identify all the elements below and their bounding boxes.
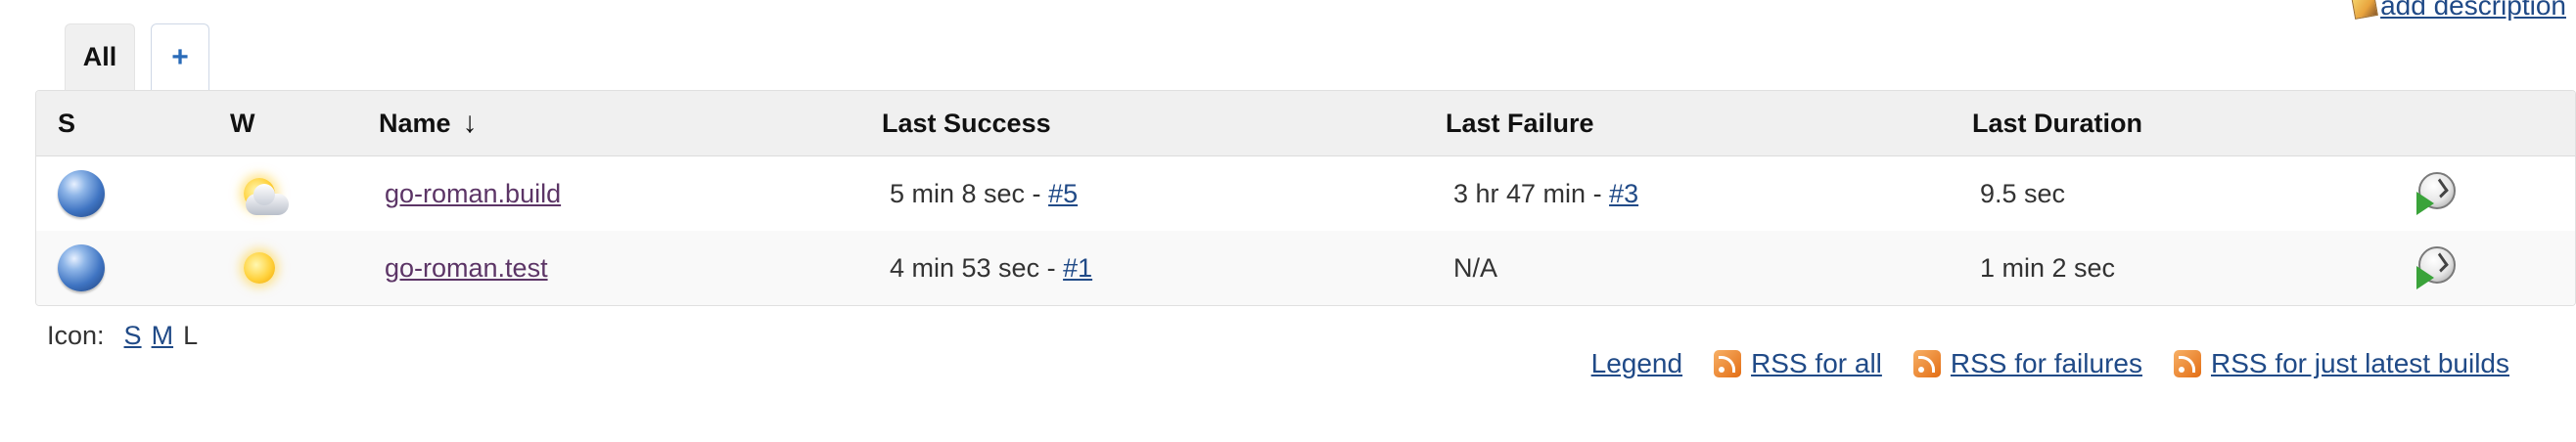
partly-cloudy-icon bbox=[230, 164, 289, 223]
footer-links: Legend RSS for all RSS for failures RSS … bbox=[1560, 348, 2509, 379]
last-failure-cell: N/A bbox=[1453, 253, 1497, 284]
blue-ball-icon bbox=[58, 170, 105, 217]
last-failure-cell: 3 hr 47 min - #3 bbox=[1453, 179, 1638, 209]
job-link[interactable]: go-roman.build bbox=[385, 179, 561, 209]
tab-all[interactable]: All bbox=[65, 23, 135, 90]
col-last-failure[interactable]: Last Failure bbox=[1446, 109, 1594, 139]
last-duration-cell: 9.5 sec bbox=[1980, 178, 2066, 208]
job-name-cell: go-roman.test bbox=[385, 253, 548, 284]
rss-icon bbox=[1714, 350, 1742, 377]
last-success-time: 5 min 8 sec - bbox=[890, 178, 1049, 208]
job-name-cell: go-roman.build bbox=[385, 179, 561, 209]
last-success-build-link[interactable]: #5 bbox=[1048, 179, 1078, 209]
last-failure-build-link[interactable]: #3 bbox=[1609, 179, 1638, 209]
add-description-link[interactable]: add description bbox=[2351, 0, 2566, 22]
col-name-label: Name bbox=[379, 108, 451, 138]
edit-pencil-icon bbox=[2351, 0, 2378, 20]
status-cell bbox=[58, 170, 105, 217]
schedule-build-button[interactable] bbox=[2415, 170, 2461, 217]
last-duration-cell: 1 min 2 sec bbox=[1980, 252, 2116, 283]
col-last-duration[interactable]: Last Duration bbox=[1972, 109, 2142, 139]
rss-all-link[interactable]: RSS for all bbox=[1751, 348, 1882, 379]
col-weather[interactable]: W bbox=[230, 109, 254, 139]
schedule-build-icon[interactable] bbox=[2415, 170, 2461, 217]
col-name[interactable]: Name ↓ bbox=[379, 107, 478, 140]
last-success-cell: 5 min 8 sec - #5 bbox=[890, 179, 1078, 209]
rss-failures-link[interactable]: RSS for failures bbox=[1951, 348, 2142, 379]
blue-ball-icon bbox=[58, 244, 105, 291]
weather-cell bbox=[230, 164, 289, 223]
last-failure-time: 3 hr 47 min - bbox=[1453, 178, 1610, 208]
table-row: go-roman.test 4 min 53 sec - #1 N/A 1 mi… bbox=[36, 231, 2575, 305]
weather-cell bbox=[230, 239, 289, 297]
icon-size-label: Icon: bbox=[47, 321, 105, 350]
sort-down-icon: ↓ bbox=[462, 107, 478, 139]
job-link[interactable]: go-roman.test bbox=[385, 253, 548, 284]
rss-icon bbox=[2173, 350, 2201, 377]
rss-icon bbox=[1912, 350, 1941, 377]
icon-size-large-selected: L bbox=[183, 321, 199, 350]
icon-size-medium[interactable]: M bbox=[152, 321, 174, 351]
table-header: S W Name ↓ Last Success Last Failure Las… bbox=[36, 91, 2575, 156]
view-tabs: All + bbox=[65, 23, 209, 90]
jobs-table: S W Name ↓ Last Success Last Failure Las… bbox=[35, 90, 2576, 306]
table-row: go-roman.build 5 min 8 sec - #5 3 hr 47 … bbox=[36, 156, 2575, 231]
status-cell bbox=[58, 244, 105, 291]
icon-size-selector: Icon: S M L bbox=[47, 321, 198, 351]
add-description-text[interactable]: add description bbox=[2380, 0, 2566, 22]
rss-latest-link[interactable]: RSS for just latest builds bbox=[2211, 348, 2509, 379]
last-success-time: 4 min 53 sec - bbox=[890, 252, 1064, 283]
col-last-success[interactable]: Last Success bbox=[882, 109, 1051, 139]
sunny-icon bbox=[230, 239, 289, 297]
icon-size-small[interactable]: S bbox=[124, 321, 142, 351]
schedule-build-button[interactable] bbox=[2415, 244, 2461, 291]
last-failure-time: N/A bbox=[1453, 252, 1498, 283]
last-success-build-link[interactable]: #1 bbox=[1063, 253, 1092, 284]
add-view-tab[interactable]: + bbox=[151, 23, 209, 90]
last-success-cell: 4 min 53 sec - #1 bbox=[890, 253, 1092, 284]
schedule-build-icon[interactable] bbox=[2415, 244, 2461, 291]
legend-link[interactable]: Legend bbox=[1591, 348, 1682, 379]
col-status[interactable]: S bbox=[58, 109, 75, 139]
